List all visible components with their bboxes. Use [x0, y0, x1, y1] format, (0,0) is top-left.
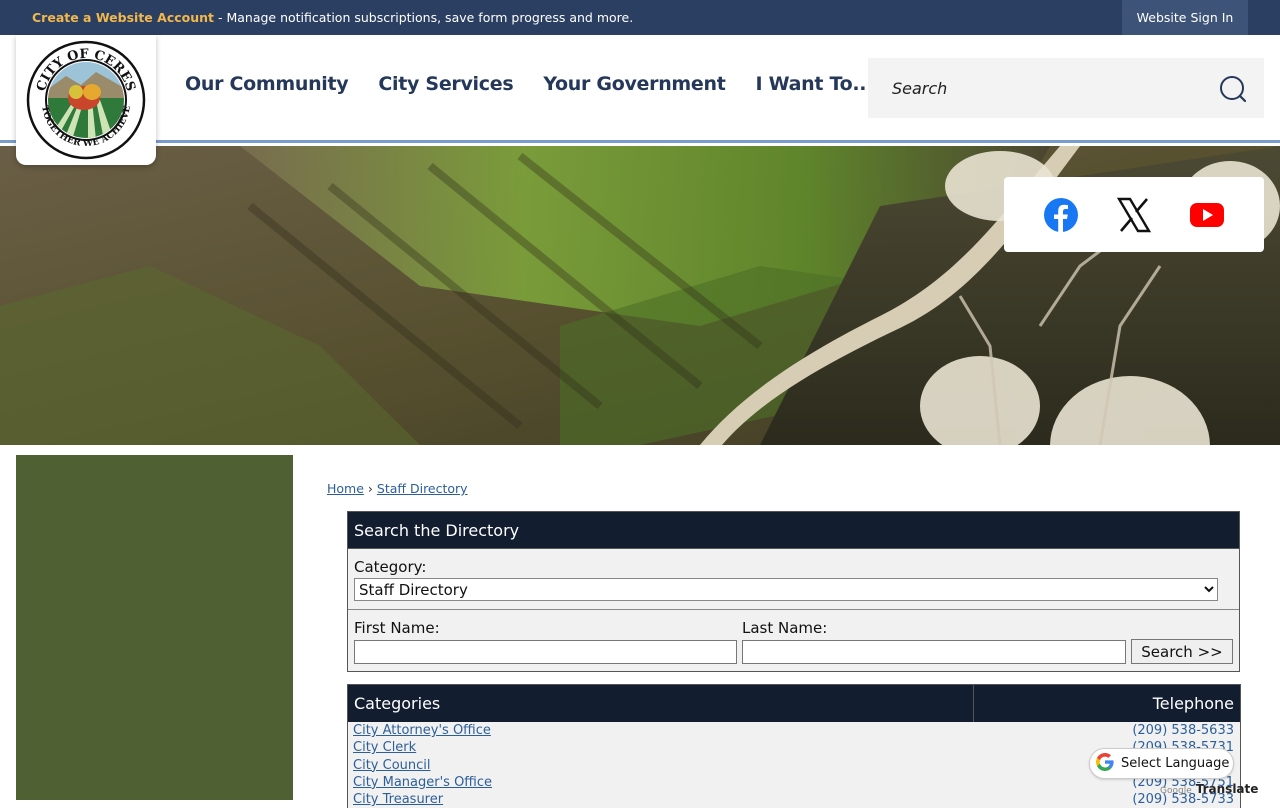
utility-bar: Create a Website Account - Manage notifi… [0, 0, 1280, 35]
city-seal-icon: CITY OF CERES TOGETHER WE ACHIEVE [26, 40, 146, 160]
search-input[interactable] [868, 58, 1208, 118]
telephone-column-header: Telephone [1152, 694, 1234, 713]
first-name-field[interactable] [354, 640, 737, 664]
breadcrumb-current-link[interactable]: Staff Directory [377, 481, 468, 496]
categories-table: Categories Telephone City Attorney's Off… [347, 684, 1241, 808]
powered-by-google-translate: Google Translate [1160, 782, 1258, 796]
category-link[interactable]: City Attorney's Office [348, 722, 491, 739]
breadcrumb-separator: › [367, 481, 373, 496]
nav-our-community[interactable]: Our Community [185, 73, 349, 95]
google-g-icon [1095, 752, 1115, 776]
city-logo[interactable]: CITY OF CERES TOGETHER WE ACHIEVE [16, 35, 156, 165]
website-sign-in-button[interactable]: Website Sign In [1122, 0, 1248, 35]
category-link[interactable]: City Manager's Office [348, 774, 492, 791]
create-account-link[interactable]: Create a Website Account [32, 10, 214, 25]
nav-your-government[interactable]: Your Government [543, 73, 726, 95]
directory-search-button[interactable]: Search >> [1131, 639, 1233, 664]
account-message: Create a Website Account - Manage notifi… [32, 10, 633, 25]
account-description: - Manage notification subscriptions, sav… [214, 10, 634, 25]
breadcrumb-home-link[interactable]: Home [327, 481, 364, 496]
select-language-dropdown[interactable]: Select Language [1089, 748, 1234, 779]
categories-column-header: Categories [348, 685, 974, 722]
search-icon[interactable] [1218, 74, 1248, 104]
category-phone [1234, 757, 1240, 774]
category-label: Category: [354, 558, 427, 576]
site-header: CITY OF CERES TOGETHER WE ACHIEVE Our Co… [0, 35, 1280, 165]
select-language-label: Select Language [1121, 756, 1230, 771]
category-select[interactable]: Staff Directory [354, 578, 1218, 601]
name-search-row: First Name: Last Name: Search >> [348, 610, 1239, 672]
last-name-field[interactable] [742, 640, 1126, 664]
youtube-icon[interactable] [1189, 202, 1225, 228]
last-name-label: Last Name: [742, 619, 828, 637]
google-wordmark: Google [1160, 786, 1192, 796]
main-navigation: Our Community City Services Your Governm… [185, 73, 903, 95]
x-icon[interactable] [1116, 197, 1152, 233]
breadcrumb: Home › Staff Directory [327, 481, 468, 496]
category-row: Category: Staff Directory [348, 549, 1239, 610]
first-name-label: First Name: [354, 619, 440, 637]
categories-table-header: Categories Telephone [348, 685, 1240, 722]
translate-wordmark: Translate [1195, 782, 1259, 796]
site-search [868, 58, 1264, 118]
category-phone: (209) 538-5633 [1132, 723, 1234, 738]
directory-search-panel: Search the Directory Category: Staff Dir… [347, 511, 1240, 672]
table-row: City Attorney's Office (209) 538-5633 [348, 722, 1240, 739]
sidebar-panel [16, 455, 293, 800]
category-link[interactable]: City Clerk [348, 739, 416, 756]
category-link[interactable]: City Council [348, 757, 431, 774]
nav-city-services[interactable]: City Services [378, 73, 513, 95]
nav-i-want-to[interactable]: I Want To... [756, 73, 874, 95]
directory-search-title: Search the Directory [348, 512, 1239, 549]
social-media-links [1004, 177, 1264, 252]
facebook-icon[interactable] [1043, 197, 1079, 233]
